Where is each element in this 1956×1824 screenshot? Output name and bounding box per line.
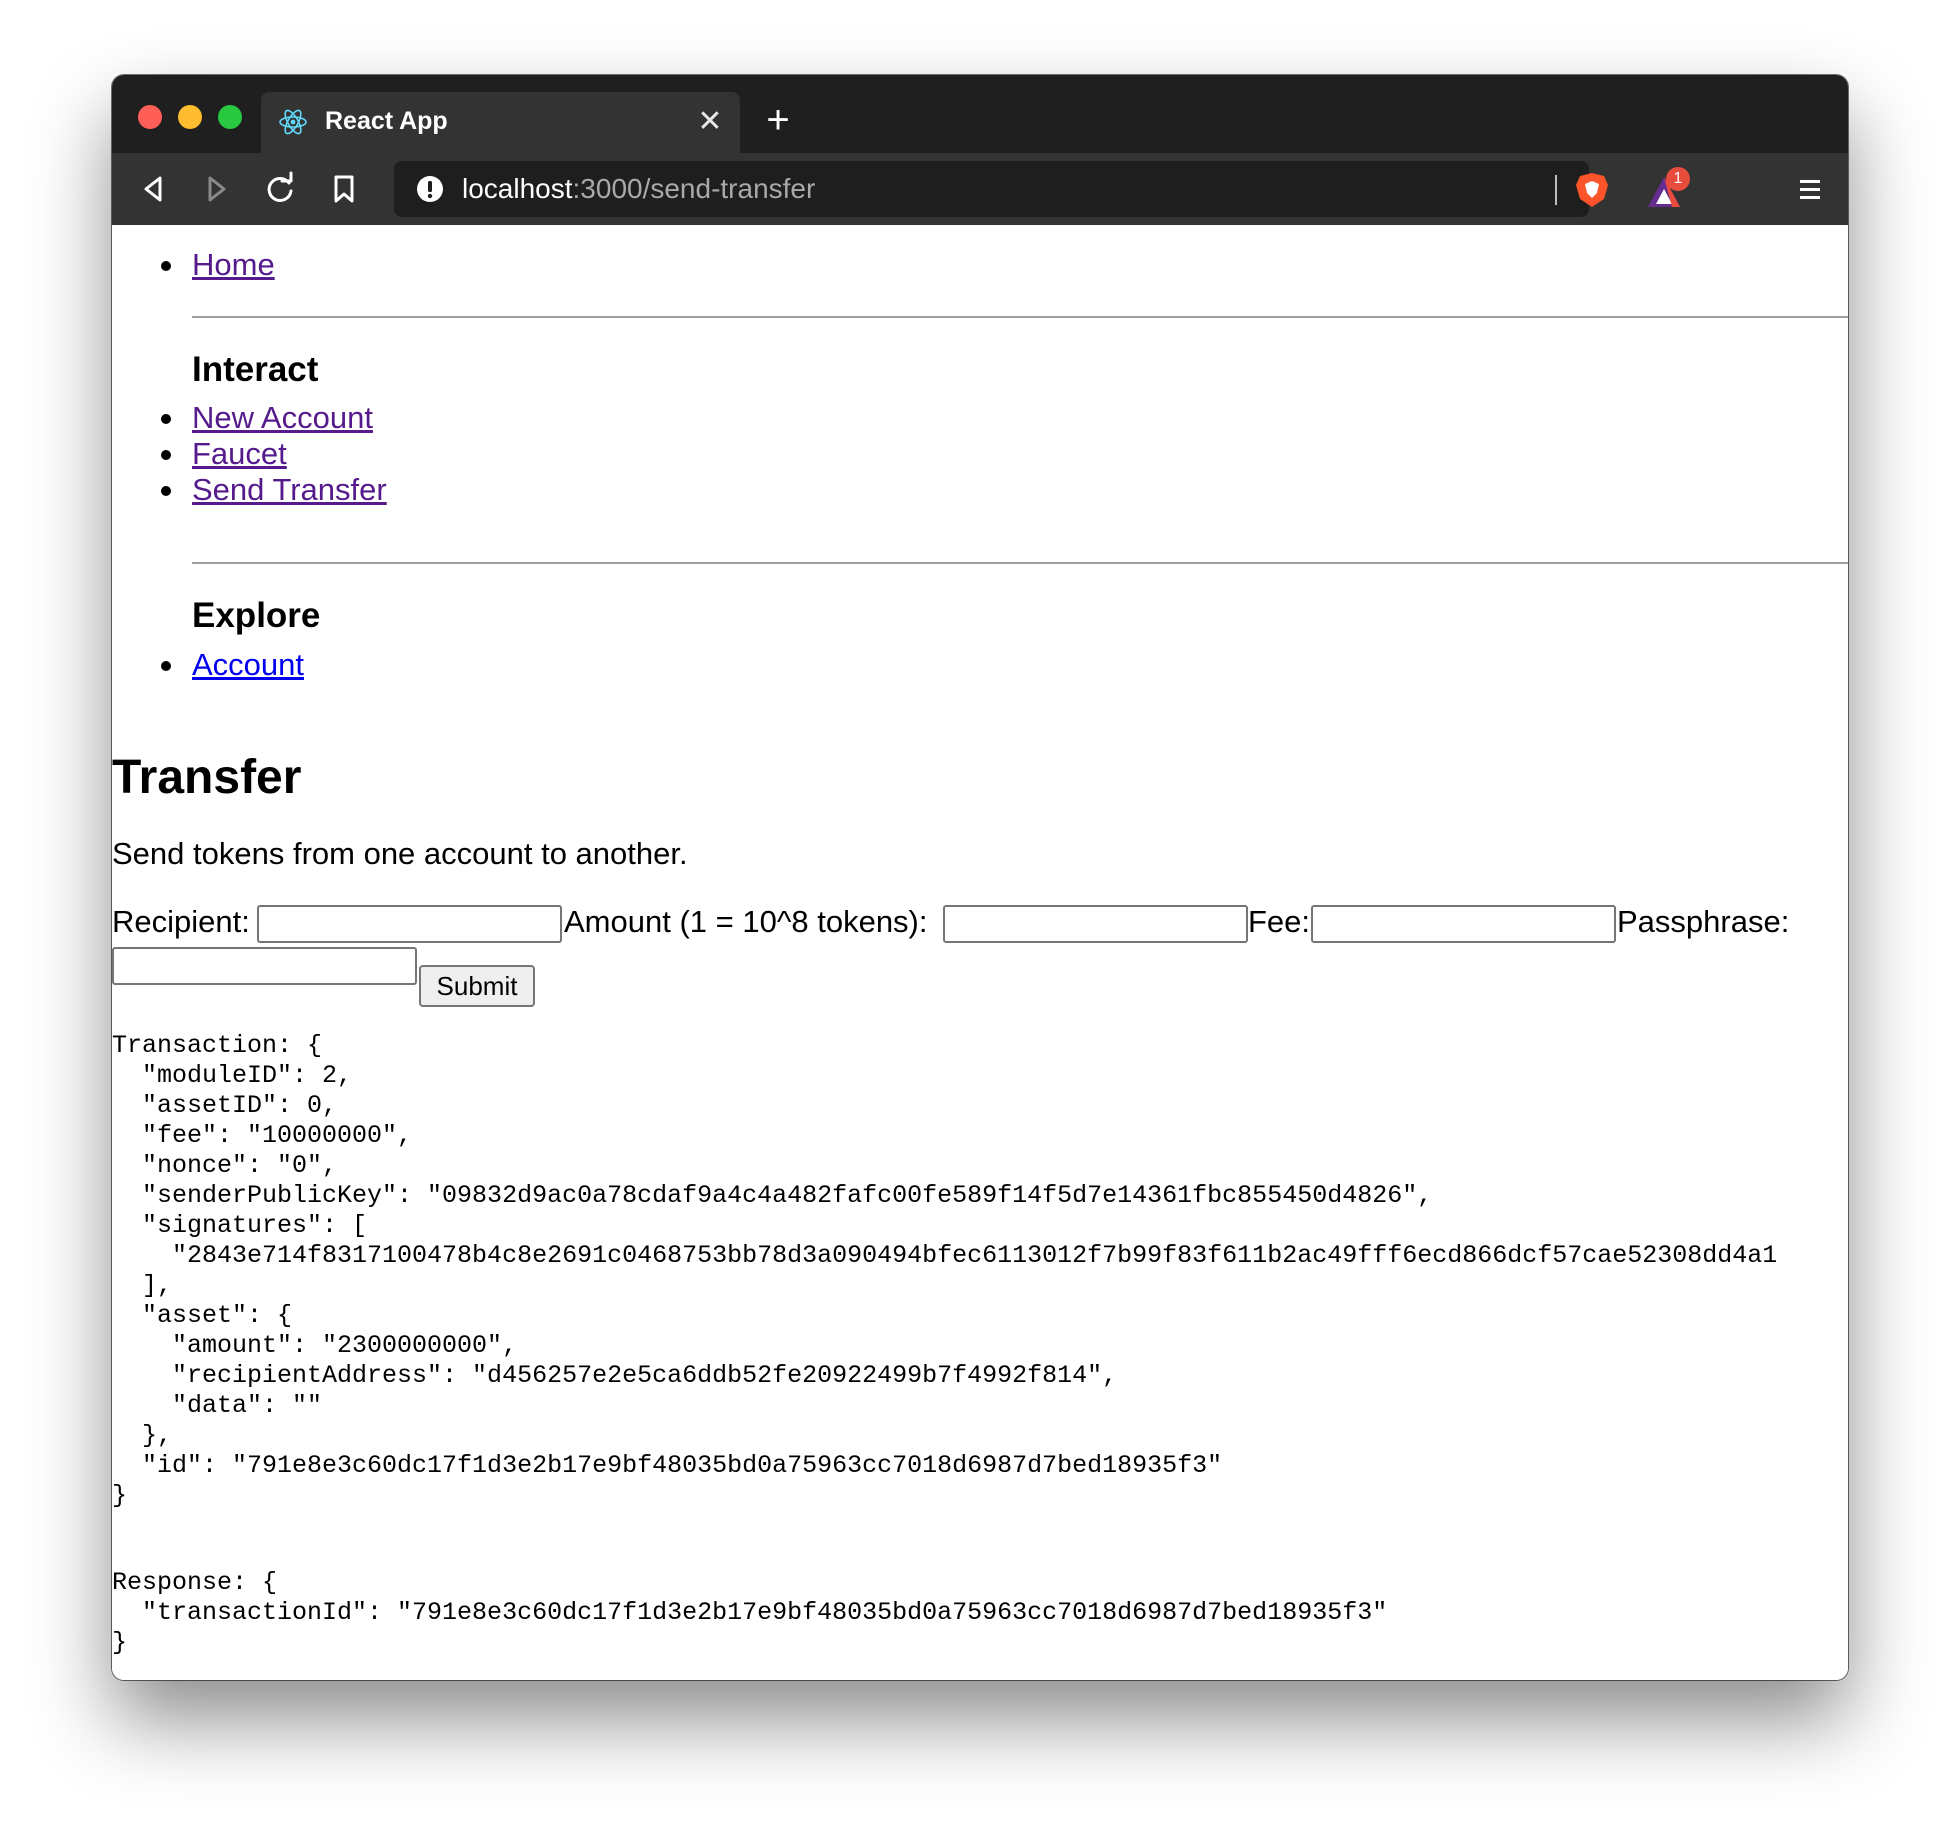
bullet	[161, 450, 171, 460]
submit-button[interactable]: Submit	[419, 965, 535, 1007]
page-content: Home Interact New Account Faucet Send Tr…	[112, 225, 1848, 1680]
close-icon[interactable]: ✕	[692, 104, 728, 140]
url-divider	[1555, 175, 1557, 205]
minimize-window-button[interactable]	[178, 105, 202, 129]
new-account-link[interactable]: New Account	[192, 400, 373, 435]
amount-input[interactable]	[943, 905, 1248, 943]
brave-shield-icon[interactable]	[1574, 171, 1610, 209]
interact-heading: Interact	[192, 350, 319, 389]
tab-title: React App	[325, 107, 448, 135]
passphrase-input[interactable]	[112, 947, 417, 985]
reload-icon[interactable]	[260, 169, 300, 209]
explore-heading: Explore	[192, 596, 321, 635]
divider	[192, 562, 1848, 564]
amount-label: Amount (1 = 10^8 tokens):	[564, 904, 928, 939]
back-icon[interactable]	[134, 169, 174, 209]
page-title: Transfer	[112, 751, 302, 804]
recipient-input[interactable]	[257, 905, 562, 943]
page-description: Send tokens from one account to another.	[112, 836, 688, 871]
url-text: localhost:3000/send-transfer	[462, 173, 815, 205]
tab-strip: React App ✕ +	[112, 75, 1848, 153]
rewards-badge: 1	[1666, 167, 1690, 191]
bullet	[161, 486, 171, 496]
menu-icon[interactable]	[1794, 173, 1826, 205]
close-window-button[interactable]	[138, 105, 162, 129]
browser-window: React App ✕ + localhost:3000/send-transf…	[112, 75, 1848, 1680]
passphrase-label: Passphrase:	[1617, 904, 1790, 939]
address-bar[interactable]: localhost:3000/send-transfer 1	[394, 161, 1690, 217]
fee-input[interactable]	[1311, 905, 1616, 943]
fee-label: Fee:	[1248, 904, 1311, 939]
bookmark-icon[interactable]	[324, 169, 364, 209]
tab-react-app[interactable]: React App ✕	[261, 92, 740, 153]
react-logo-icon	[279, 109, 307, 135]
zoom-window-button[interactable]	[218, 105, 242, 129]
bullet	[161, 261, 171, 271]
faucet-link[interactable]: Faucet	[192, 436, 287, 471]
nav-item-new-account: New Account	[161, 400, 373, 436]
divider	[192, 316, 1848, 318]
browser-toolbar: localhost:3000/send-transfer 1	[112, 153, 1848, 225]
account-link[interactable]: Account	[192, 647, 304, 682]
transaction-output: Transaction: { "moduleID": 2, "assetID":…	[112, 1031, 1778, 1510]
response-output: Response: { "transactionId": "791e8e3c60…	[112, 1568, 1388, 1657]
new-tab-icon[interactable]: +	[758, 100, 798, 141]
site-info-icon[interactable]	[416, 175, 444, 203]
home-link[interactable]: Home	[192, 247, 275, 282]
nav-item-home: Home	[161, 247, 275, 283]
nav-item-account: Account	[161, 647, 304, 683]
bullet	[161, 661, 171, 671]
recipient-label: Recipient:	[112, 904, 250, 939]
nav-item-send-transfer: Send Transfer	[161, 472, 387, 508]
nav-item-faucet: Faucet	[161, 436, 287, 472]
bullet	[161, 414, 171, 424]
forward-icon[interactable]	[196, 169, 236, 209]
url-path: :3000/send-transfer	[572, 173, 816, 204]
url-host: localhost	[462, 173, 573, 204]
send-transfer-link[interactable]: Send Transfer	[192, 472, 387, 507]
